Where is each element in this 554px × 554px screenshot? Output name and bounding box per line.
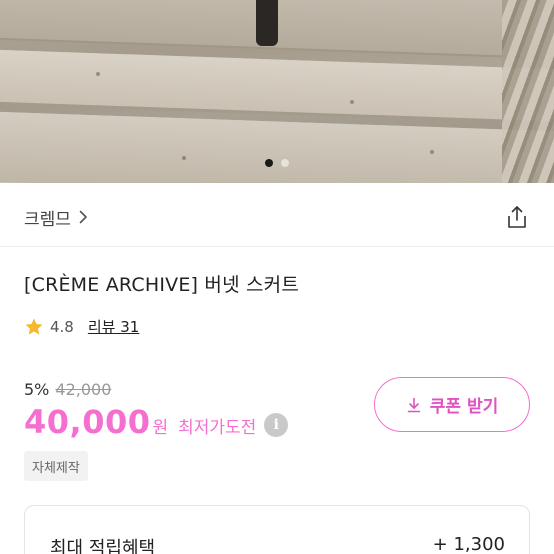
rating-value: 4.8 — [50, 317, 74, 336]
rating-row: 4.8 리뷰 31 — [24, 316, 139, 337]
product-title: [CRÈME ARCHIVE] 버넷 스커트 — [24, 274, 300, 296]
product-tag: 자체제작 — [24, 451, 88, 481]
sale-price: 40,000 — [24, 403, 151, 441]
share-icon[interactable] — [504, 204, 530, 230]
carousel-dot-active[interactable] — [265, 159, 273, 167]
divider — [0, 246, 554, 247]
info-icon[interactable]: i — [264, 413, 289, 437]
carousel-dot[interactable] — [281, 159, 289, 167]
shop-name: 크렘므 — [24, 209, 71, 230]
carousel-indicator — [0, 159, 554, 167]
benefit-value: + 1,300 — [432, 534, 505, 554]
photo-shoe — [256, 0, 278, 46]
benefit-label: 최대 적립혜택 — [50, 538, 156, 554]
price-row: 40,000 원 최저가도전 i — [24, 403, 289, 441]
discount-row: 5% 42,000 — [24, 380, 111, 399]
currency-label: 원 — [152, 417, 169, 438]
product-image[interactable] — [0, 0, 554, 183]
chevron-right-icon — [79, 210, 87, 224]
shop-link[interactable]: 크렘므 — [24, 205, 88, 230]
download-icon — [407, 397, 421, 412]
photo-speck — [350, 100, 354, 104]
benefit-box[interactable]: 최대 적립혜택 + 1,300 — [24, 505, 530, 554]
coupon-label: 쿠폰 받기 — [429, 397, 499, 417]
review-link[interactable]: 리뷰 31 — [88, 316, 139, 337]
shop-row: 크렘므 — [24, 200, 530, 234]
original-price: 42,000 — [55, 380, 112, 399]
star-icon — [25, 318, 43, 335]
coupon-button[interactable]: 쿠폰 받기 — [374, 377, 530, 432]
photo-wall — [502, 0, 554, 183]
photo-speck — [430, 150, 434, 154]
photo-speck — [96, 72, 100, 76]
lowest-price-label: 최저가도전 — [178, 417, 257, 438]
discount-rate: 5% — [24, 380, 50, 399]
